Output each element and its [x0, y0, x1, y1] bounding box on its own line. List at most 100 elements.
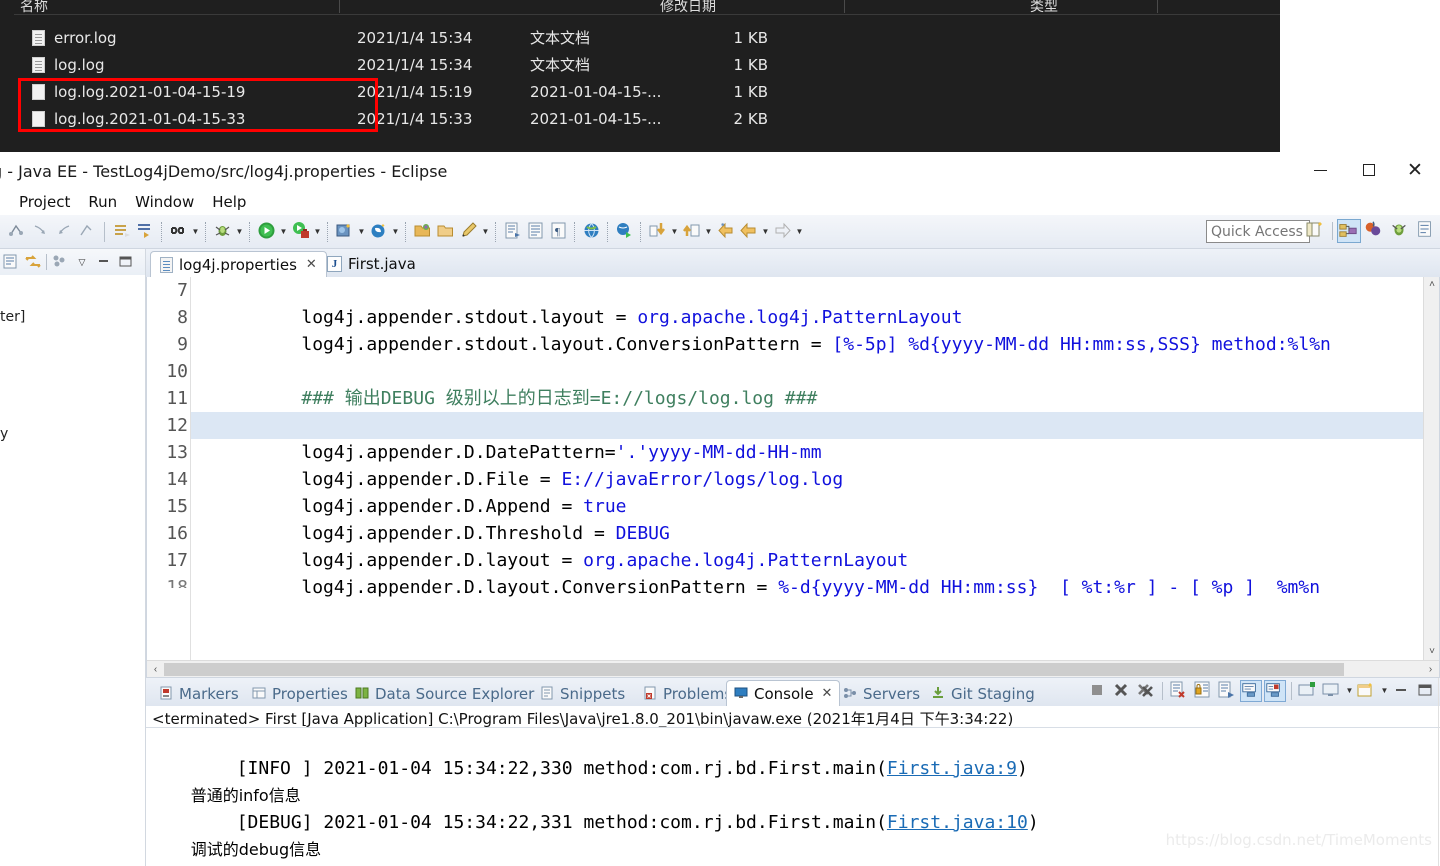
close-folder-icon[interactable]	[435, 221, 456, 242]
close-icon[interactable]: ✕	[822, 686, 833, 701]
next-annotation-icon[interactable]	[7, 221, 28, 242]
paragraph-mark-icon[interactable]: ¶	[548, 221, 569, 242]
run-icon[interactable]	[256, 221, 277, 242]
back-navigation-icon[interactable]	[53, 221, 74, 242]
tab-snippets[interactable]: Snippets	[533, 681, 632, 706]
chevron-down-icon[interactable]: ▼	[234, 221, 245, 242]
run-on-server-icon[interactable]	[614, 221, 635, 242]
export-icon[interactable]	[681, 221, 702, 242]
stack-trace-link[interactable]: First.java:10	[887, 812, 1028, 833]
view-menu-icon[interactable]	[51, 253, 69, 271]
tab-console[interactable]: Console ✕	[726, 680, 841, 706]
previous-annotation-icon[interactable]	[30, 221, 51, 242]
tab-data-source-explorer[interactable]: Data Source Explorer	[348, 681, 541, 706]
chevron-down-icon[interactable]: ▼	[312, 221, 323, 242]
chevron-down-icon[interactable]: ▼	[760, 221, 771, 242]
back-arrow-icon[interactable]	[715, 221, 736, 242]
toggle-breakpoint-icon[interactable]	[168, 221, 189, 242]
scroll-up-icon[interactable]: ˄	[1424, 277, 1439, 293]
tree-item-fragment-top[interactable]: ter]	[0, 309, 25, 325]
close-button[interactable]: ✕	[1392, 152, 1438, 188]
display-selected-console-icon[interactable]	[1240, 680, 1262, 702]
debug-icon[interactable]	[212, 221, 233, 242]
column-header-date[interactable]: 修改日期	[660, 0, 845, 13]
minimize-button[interactable]	[1297, 152, 1343, 188]
pencil-edit-icon[interactable]	[458, 221, 479, 242]
maximize-console-icon[interactable]	[1415, 680, 1437, 702]
editor-horizontal-scrollbar[interactable]: ‹ ›	[147, 660, 1439, 677]
chevron-down-icon[interactable]: ▼	[1379, 680, 1390, 702]
column-header-name[interactable]: 名称	[20, 0, 340, 13]
last-edit-location-icon[interactable]	[76, 221, 97, 242]
scroll-left-icon[interactable]: ‹	[147, 664, 164, 675]
tab-log4j-properties[interactable]: log4j.properties ✕	[150, 251, 327, 277]
scroll-right-icon[interactable]: ›	[1422, 664, 1439, 675]
java-ee-perspective-icon[interactable]	[1337, 219, 1361, 243]
search-icon[interactable]	[368, 221, 389, 242]
chevron-down-icon[interactable]: ▼	[703, 221, 714, 242]
maximize-button[interactable]	[1346, 152, 1392, 188]
tab-first-java[interactable]: J First.java	[318, 251, 425, 277]
maximize-view-icon[interactable]	[117, 253, 135, 271]
list-item[interactable]: error.log 2021/1/4 15:34 文本文档 1 KB	[0, 24, 1280, 51]
list-item[interactable]: log.log.2021-01-04-15-19 2021/1/4 15:19 …	[0, 78, 1280, 105]
chevron-down-icon[interactable]: ▼	[278, 221, 289, 242]
open-folder-icon[interactable]	[412, 221, 433, 242]
tab-problems[interactable]: Problems	[636, 681, 739, 706]
jsp-perspective-icon[interactable]	[1415, 219, 1439, 243]
tree-item-fragment-bottom[interactable]: y	[0, 426, 8, 442]
minimize-console-icon[interactable]	[1391, 680, 1413, 702]
editor-vertical-scrollbar[interactable]: ˄ ˅	[1423, 277, 1439, 660]
open-type-icon[interactable]	[135, 221, 156, 242]
open-new-console-icon[interactable]	[1356, 680, 1378, 702]
chevron-down-icon[interactable]: ▼	[794, 221, 805, 242]
menu-item-window[interactable]: Window	[126, 191, 203, 213]
debug-perspective-icon[interactable]	[1389, 219, 1413, 243]
tab-markers[interactable]: Markers	[152, 681, 246, 706]
chevron-down-icon[interactable]: ▼	[480, 221, 491, 242]
previous-arrow-icon[interactable]	[738, 221, 759, 242]
clear-console-icon[interactable]	[1168, 680, 1190, 702]
code-text-area[interactable]: log4j.appender.stdout.layout = org.apach…	[191, 277, 1423, 660]
run-external-tools-icon[interactable]	[290, 221, 311, 242]
scroll-down-icon[interactable]: ˅	[1424, 644, 1439, 660]
close-icon[interactable]: ✕	[306, 257, 317, 272]
scroll-thumb[interactable]	[164, 663, 1344, 676]
chevron-down-icon[interactable]: ▼	[1344, 680, 1355, 702]
minimize-view-icon[interactable]	[95, 253, 113, 271]
link-with-editor-icon[interactable]	[24, 253, 42, 271]
chevron-down-icon[interactable]: ▼	[390, 221, 401, 242]
globe-web-browser-icon[interactable]	[581, 221, 602, 242]
java-perspective-icon[interactable]	[1363, 219, 1387, 243]
tab-git-staging[interactable]: Git Staging	[924, 681, 1042, 706]
remove-all-launches-icon[interactable]	[1135, 680, 1157, 702]
open-console-icon[interactable]	[1264, 680, 1286, 702]
column-header-type[interactable]: 类型	[1030, 0, 1158, 13]
menu-item-run[interactable]: Run	[79, 191, 126, 213]
code-editor[interactable]: 7 8 9 10 11 12 13 14 15 16 17 18 log4j.a…	[146, 277, 1440, 678]
pin-console-icon[interactable]	[1216, 680, 1238, 702]
display-console-icon[interactable]	[1321, 680, 1343, 702]
tab-properties[interactable]: Properties	[245, 681, 355, 706]
quick-access-input[interactable]	[1206, 220, 1310, 243]
scroll-lock-icon[interactable]	[1192, 680, 1214, 702]
forward-arrow-icon[interactable]	[772, 221, 793, 242]
new-jsp-file-icon[interactable]	[502, 221, 523, 242]
list-item[interactable]: log.log 2021/1/4 15:34 文本文档 1 KB	[0, 51, 1280, 78]
import-icon[interactable]	[647, 221, 668, 242]
new-wizard-icon[interactable]	[112, 221, 133, 242]
new-console-view-icon[interactable]	[1297, 680, 1319, 702]
chevron-down-icon[interactable]: ▼	[190, 221, 201, 242]
view-menu-chevron-icon[interactable]: ▽	[73, 253, 91, 271]
terminate-icon[interactable]	[1087, 680, 1109, 702]
chevron-down-icon[interactable]: ▼	[669, 221, 680, 242]
remove-launch-icon[interactable]	[1111, 680, 1133, 702]
tab-servers[interactable]: Servers	[836, 681, 927, 706]
document-list-icon[interactable]	[525, 221, 546, 242]
menu-item-help[interactable]: Help	[203, 191, 255, 213]
list-item[interactable]: log.log.2021-01-04-15-33 2021/1/4 15:33 …	[0, 105, 1280, 132]
new-server-icon[interactable]	[334, 221, 355, 242]
stack-trace-link[interactable]: First.java:9	[887, 758, 1017, 779]
collapse-all-icon[interactable]	[2, 253, 20, 271]
chevron-down-icon[interactable]: ▼	[356, 221, 367, 242]
